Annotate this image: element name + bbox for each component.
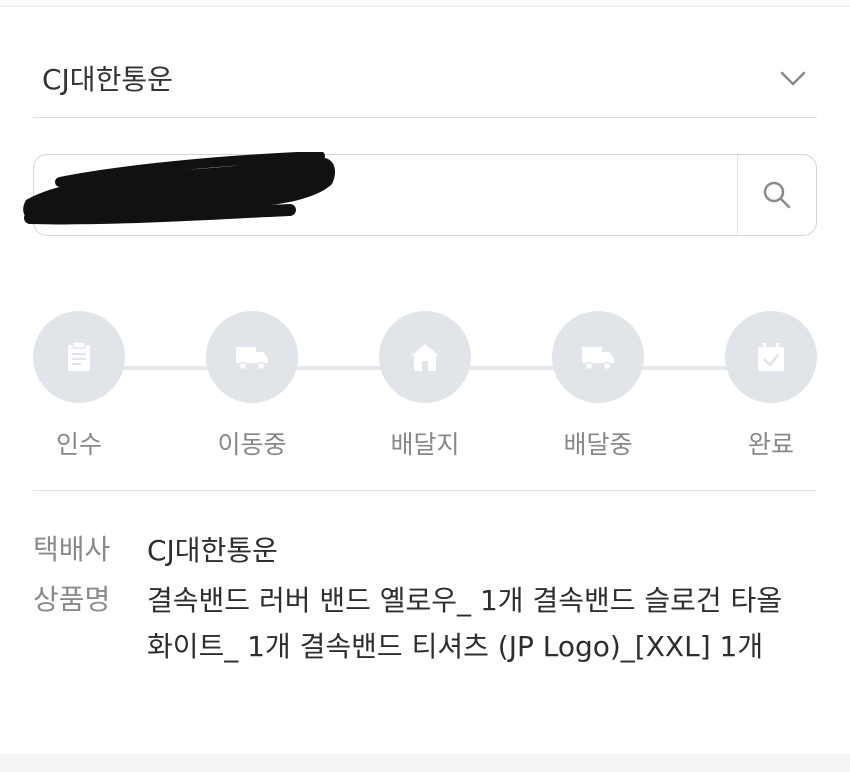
search-icon [763,181,791,209]
step-received: 인수 [24,311,134,461]
step-out-for-delivery: 배달중 [543,311,653,461]
carrier-info-row: 택배사 CJ대한통운 [33,528,817,574]
step-circle [379,311,471,403]
step-label: 배달지 [390,430,460,459]
tracking-number-input[interactable] [52,173,716,219]
section-divider [33,490,817,491]
search-button[interactable] [738,155,816,235]
product-info-row: 상품명 결속밴드 러버 밴드 옐로우_ 1개 결속밴드 슬로건 타올 화이트_ … [33,578,817,718]
step-label: 인수 [55,430,102,459]
product-info-label: 상품명 [33,583,111,616]
step-circle [552,311,644,403]
step-label: 이동중 [217,430,287,459]
home-icon [411,344,439,371]
step-label: 배달중 [563,430,633,459]
step-circle [33,311,125,403]
top-divider [0,0,850,7]
step-circle [725,311,817,403]
truck-icon [582,347,614,371]
carrier-info-value: CJ대한통운 [147,534,278,567]
document-icon [68,341,90,371]
bottom-divider-bar [0,754,850,772]
carrier-info-label: 택배사 [33,533,111,566]
chevron-down-icon [779,64,807,92]
product-info-value: 결속밴드 러버 밴드 옐로우_ 1개 결속밴드 슬로건 타올 화이트_ 1개 결… [147,584,783,663]
delivery-progress: 인수 이동중 배달지 배달중 완료 [0,300,850,470]
step-label: 완료 [747,430,794,459]
carrier-select[interactable]: CJ대한통운 [33,40,817,118]
truck-icon [236,347,268,371]
step-in-transit: 이동중 [197,311,307,461]
step-arrived-destination: 배달지 [370,311,480,461]
tracking-search-box [33,154,817,236]
step-completed: 완료 [716,311,826,461]
calendar-check-icon [758,343,784,371]
step-circle [206,311,298,403]
carrier-select-value: CJ대한통운 [42,63,173,96]
